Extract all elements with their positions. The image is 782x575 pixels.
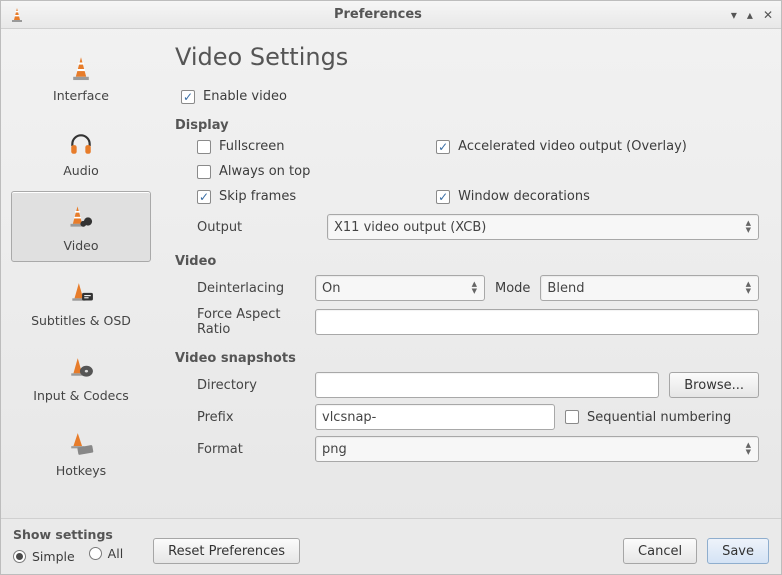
main-panel: Video Settings Enable video Display Full… <box>161 29 781 518</box>
always-on-top-checkbox[interactable]: Always on top <box>197 164 436 179</box>
show-settings-simple-radio[interactable]: Simple <box>13 549 75 564</box>
sidebar-item-label: Audio <box>63 163 99 178</box>
checkbox-icon <box>181 90 195 104</box>
sidebar-item-label: Subtitles & OSD <box>31 313 131 328</box>
directory-label: Directory <box>175 378 315 393</box>
cone-subtitle-icon <box>68 277 94 307</box>
output-label: Output <box>175 220 327 235</box>
sidebar: Interface Audio Video Subtitles & OSD In… <box>1 29 161 518</box>
select-value: X11 video output (XCB) <box>334 220 486 235</box>
sidebar-item-interface[interactable]: Interface <box>11 41 151 112</box>
format-select[interactable]: png ▲▼ <box>315 436 759 462</box>
prefix-input[interactable] <box>315 404 555 430</box>
headphones-icon <box>68 127 94 157</box>
show-settings-all-radio[interactable]: All <box>89 546 124 561</box>
minimize-icon[interactable]: ▾ <box>731 8 737 22</box>
checkbox-label: Always on top <box>219 164 310 179</box>
cone-disc-icon <box>68 352 94 382</box>
prefix-label: Prefix <box>175 410 315 425</box>
checkbox-icon <box>197 140 211 154</box>
format-label: Format <box>175 442 315 457</box>
display-section: Display Fullscreen Accelerated <box>175 118 759 240</box>
cone-icon <box>68 52 94 82</box>
accelerated-output-checkbox[interactable]: Accelerated video output (Overlay) <box>436 139 759 154</box>
page-title: Video Settings <box>175 43 759 71</box>
footer: Show settings Simple All Reset Preferenc… <box>1 518 781 574</box>
checkbox-label: Fullscreen <box>219 139 284 154</box>
spinner-icon: ▲▼ <box>743 442 754 456</box>
sidebar-item-audio[interactable]: Audio <box>11 116 151 187</box>
spinner-icon: ▲▼ <box>469 281 480 295</box>
sidebar-item-video[interactable]: Video <box>11 191 151 262</box>
sequential-numbering-checkbox[interactable]: Sequential numbering <box>565 410 731 425</box>
checkbox-label: Window decorations <box>458 189 590 204</box>
sidebar-item-subtitles[interactable]: Subtitles & OSD <box>11 266 151 337</box>
checkbox-icon <box>197 165 211 179</box>
section-heading: Display <box>175 118 759 133</box>
radio-icon <box>89 547 102 560</box>
save-button[interactable]: Save <box>707 538 769 564</box>
fullscreen-checkbox[interactable]: Fullscreen <box>197 139 436 154</box>
output-select[interactable]: X11 video output (XCB) ▲▼ <box>327 214 759 240</box>
force-aspect-input[interactable] <box>315 309 759 335</box>
sidebar-item-label: Hotkeys <box>56 463 106 478</box>
checkbox-icon <box>436 140 450 154</box>
vlc-cone-icon <box>9 7 25 23</box>
snapshots-section: Video snapshots Directory Browse... Pref… <box>175 351 759 462</box>
cone-keyboard-icon <box>68 427 94 457</box>
sidebar-item-hotkeys[interactable]: Hotkeys <box>11 416 151 487</box>
cancel-button[interactable]: Cancel <box>623 538 697 564</box>
select-value: Blend <box>547 281 584 296</box>
deinterlacing-select[interactable]: On ▲▼ <box>315 275 485 301</box>
window-title: Preferences <box>25 7 731 22</box>
sidebar-item-input-codecs[interactable]: Input & Codecs <box>11 341 151 412</box>
section-heading: Video snapshots <box>175 351 759 366</box>
directory-input[interactable] <box>315 372 659 398</box>
window-controls: ▾ ▴ ✕ <box>731 8 773 22</box>
close-icon[interactable]: ✕ <box>763 8 773 22</box>
checkbox-icon <box>436 190 450 204</box>
preferences-window: Preferences ▾ ▴ ✕ Interface Audio Video … <box>0 0 782 575</box>
force-aspect-label: Force Aspect Ratio <box>175 307 315 337</box>
maximize-icon[interactable]: ▴ <box>747 8 753 22</box>
spinner-icon: ▲▼ <box>743 220 754 234</box>
cone-film-icon <box>67 202 95 232</box>
checkbox-label: Accelerated video output (Overlay) <box>458 139 687 154</box>
enable-video-checkbox[interactable]: Enable video <box>181 89 759 104</box>
select-value: png <box>322 442 347 457</box>
checkbox-icon <box>197 190 211 204</box>
radio-label: Simple <box>32 549 75 564</box>
show-settings-heading: Show settings <box>13 527 133 542</box>
radio-label: All <box>108 546 124 561</box>
checkbox-label: Enable video <box>203 89 287 104</box>
sidebar-item-label: Interface <box>53 88 109 103</box>
window-decorations-checkbox[interactable]: Window decorations <box>436 189 759 204</box>
section-heading: Video <box>175 254 759 269</box>
mode-select[interactable]: Blend ▲▼ <box>540 275 759 301</box>
skip-frames-checkbox[interactable]: Skip frames <box>197 189 436 204</box>
checkbox-label: Skip frames <box>219 189 296 204</box>
titlebar: Preferences ▾ ▴ ✕ <box>1 1 781 29</box>
show-settings-group: Show settings Simple All <box>13 527 133 564</box>
mode-label: Mode <box>495 281 530 296</box>
spinner-icon: ▲▼ <box>743 281 754 295</box>
video-section: Video Deinterlacing On ▲▼ Mode Blend ▲▼ <box>175 254 759 337</box>
select-value: On <box>322 281 340 296</box>
sidebar-item-label: Input & Codecs <box>33 388 128 403</box>
browse-button[interactable]: Browse... <box>669 372 759 398</box>
reset-preferences-button[interactable]: Reset Preferences <box>153 538 300 564</box>
content: Interface Audio Video Subtitles & OSD In… <box>1 29 781 518</box>
deinterlacing-label: Deinterlacing <box>175 281 315 296</box>
checkbox-icon <box>565 410 579 424</box>
sidebar-item-label: Video <box>63 238 98 253</box>
radio-icon <box>13 550 26 563</box>
checkbox-label: Sequential numbering <box>587 410 731 425</box>
